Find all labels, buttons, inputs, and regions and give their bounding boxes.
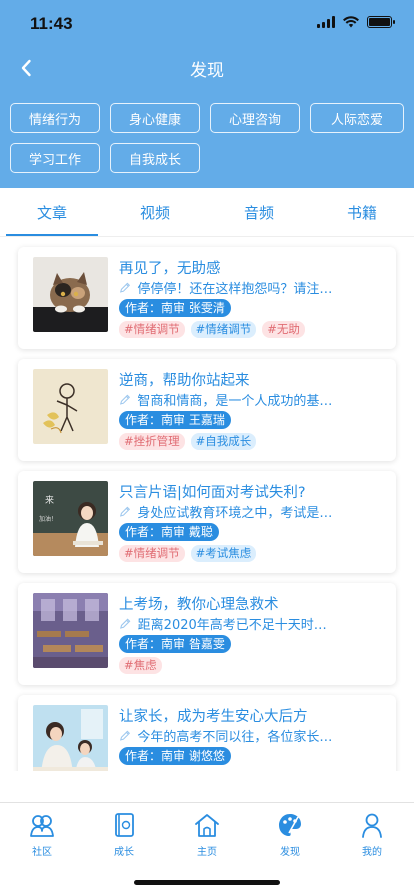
content-tabs: 文章 视频 音频 书籍 [0, 188, 414, 236]
tag-list: #焦虑 [119, 657, 162, 674]
article-title: 只言片语|如何面对考试失利? [119, 485, 306, 501]
person-icon [362, 813, 382, 838]
author-badge: 作者：南审 谢悠悠 [119, 747, 231, 765]
pencil-icon [120, 394, 131, 405]
pencil-icon [120, 506, 131, 517]
tag[interactable]: #挫折管理 [119, 433, 185, 450]
article-title: 逆商，帮助你站起来 [119, 373, 250, 389]
bottom-tab-label: 社区 [32, 847, 52, 858]
tag-list: #挫折管理 #自我成长 [119, 433, 257, 450]
tag[interactable]: #情绪调节 [119, 321, 185, 338]
article-thumbnail [33, 257, 108, 332]
home-indicator[interactable] [134, 880, 280, 885]
svg-text:加油！: 加油！ [39, 515, 57, 523]
article-title: 再见了，无助感 [119, 261, 221, 277]
tag-list: #情绪调节 #考试焦虑 [119, 545, 257, 562]
article-card[interactable]: 再见了，无助感 停停停！还在这样抱怨吗？请注意... 作者：南审 张雯清 #情绪… [18, 247, 396, 349]
article-summary: 智商和情商，是一个人成功的基石... [119, 390, 334, 409]
tag[interactable]: #情绪调节 [190, 321, 257, 338]
author-badge: 作者：南审 戴聪 [119, 523, 219, 541]
bottom-tab-growth[interactable]: 成长 [83, 811, 165, 859]
bottom-tab-label: 发现 [280, 847, 300, 858]
pencil-icon [120, 282, 131, 293]
article-card[interactable]: 上考场，教你心理急救术 距离2020年高考已不足十天时间... 作者：南审 昝嘉… [18, 583, 396, 685]
tag[interactable]: #焦虑 [119, 657, 162, 674]
tag[interactable]: #考试焦虑 [190, 545, 257, 562]
book-icon [115, 813, 134, 837]
category-relationships[interactable]: 人际恋爱 [310, 103, 404, 133]
article-card[interactable]: 逆商，帮助你站起来 智商和情商，是一个人成功的基石... 作者：南审 王嘉瑞 #… [18, 359, 396, 461]
category-mind-body-health[interactable]: 身心健康 [110, 103, 200, 133]
bottom-tab-label: 我的 [362, 847, 382, 858]
tab-books[interactable]: 书籍 [312, 188, 412, 236]
status-icons [317, 16, 395, 28]
category-emotion-behavior[interactable]: 情绪行为 [10, 103, 100, 133]
nav-bar: 发现 [0, 48, 414, 88]
tab-articles[interactable]: 文章 [2, 188, 102, 236]
svg-text:来: 来 [45, 495, 54, 506]
tab-audio[interactable]: 音频 [209, 188, 309, 236]
status-time: 11:43 [30, 14, 73, 33]
tag[interactable]: #自我成长 [190, 433, 257, 450]
article-thumbnail [33, 705, 108, 771]
battery-icon [367, 16, 395, 28]
tab-videos[interactable]: 视频 [105, 188, 205, 236]
palette-icon [279, 814, 301, 836]
tag[interactable]: #情绪调节 [119, 545, 185, 562]
article-card[interactable]: 让家长，成为考生安心大后方 今年的高考不同以往，各位家长陪... 作者：南审 谢… [18, 695, 396, 771]
tag[interactable]: #无助 [262, 321, 305, 338]
category-self-growth[interactable]: 自我成长 [110, 143, 200, 173]
category-study-work[interactable]: 学习工作 [10, 143, 100, 173]
bottom-tab-home[interactable]: 主页 [166, 811, 248, 859]
wifi-icon [343, 16, 359, 28]
category-counseling[interactable]: 心理咨询 [210, 103, 300, 133]
article-summary: 停停停！还在这样抱怨吗？请注意... [119, 278, 334, 297]
home-icon [195, 814, 219, 837]
bottom-tab-community[interactable]: 社区 [1, 811, 83, 859]
article-thumbnail [33, 593, 108, 668]
article-title: 上考场，教你心理急救术 [119, 597, 279, 613]
header: 11:43 发现 情绪行为 身心健康 心理咨询 人际恋爱 学习工作 自我成长 [0, 0, 414, 188]
page-title: 发现 [190, 61, 224, 81]
article-thumbnail [33, 369, 108, 444]
bottom-tab-profile[interactable]: 我的 [331, 811, 413, 859]
bottom-tab-discover[interactable]: 发现 [249, 811, 331, 859]
author-badge: 作者：南审 昝嘉雯 [119, 635, 231, 653]
article-thumbnail: 来 加油！ [33, 481, 108, 556]
article-summary: 今年的高考不同以往，各位家长陪... [119, 726, 334, 745]
community-icon [30, 815, 54, 837]
pencil-icon [120, 730, 131, 741]
bottom-tab-label: 成长 [114, 847, 134, 858]
author-badge: 作者：南审 王嘉瑞 [119, 411, 231, 429]
cellular-signal-icon [317, 16, 335, 28]
author-badge: 作者：南审 张雯清 [119, 299, 231, 317]
bottom-tab-label: 主页 [197, 847, 217, 858]
article-list[interactable]: 再见了，无助感 停停停！还在这样抱怨吗？请注意... 作者：南审 张雯清 #情绪… [0, 237, 414, 771]
tag-list: #情绪调节 #情绪调节 #无助 [119, 321, 305, 338]
list-footer-space [0, 771, 414, 802]
status-bar: 11:43 [0, 0, 414, 48]
pencil-icon [120, 618, 131, 629]
article-summary: 身处应试教育环境之中，考试是学... [119, 502, 334, 521]
article-summary: 距离2020年高考已不足十天时间... [119, 614, 334, 633]
article-title: 让家长，成为考生安心大后方 [119, 709, 308, 725]
article-card[interactable]: 来 加油！ 只言片语|如何面对考试失利? 身处应试教育环境之中，考试是学... … [18, 471, 396, 573]
